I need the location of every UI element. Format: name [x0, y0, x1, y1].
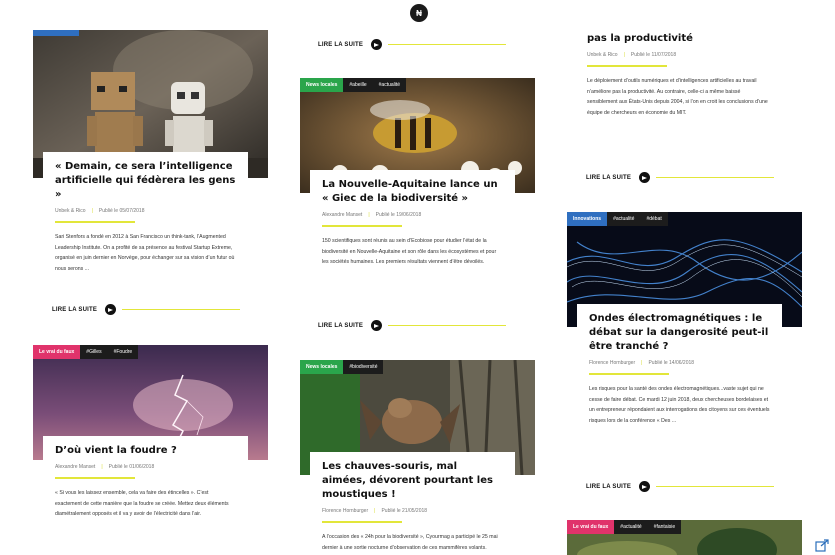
article-card-col2-2: Les chauves-souris, mal aimées, dévorent…	[310, 452, 515, 555]
article-author[interactable]: Alexandre Manset	[55, 464, 95, 470]
read-more-line	[656, 485, 775, 488]
article-card-col1-2: D’où vient la foudre ? Alexandre Manset |…	[43, 436, 248, 555]
article-title[interactable]: Les chauves-souris, mal aimées, dévorent…	[310, 452, 515, 502]
hashtag-tag[interactable]: #actualité	[607, 212, 641, 226]
article-author[interactable]: Florence Hornburger	[322, 508, 368, 514]
hashtag-tag[interactable]: #abeille	[343, 78, 373, 92]
article-excerpt: Le déploiement d’outils numériques et d’…	[587, 78, 768, 116]
article-card-col3-0: pas la productivité Unbek & Rico | Publié …	[575, 26, 780, 166]
article-card-col1-1: « Demain, ce sera l’intelligence artific…	[43, 152, 248, 302]
article-excerpt: Sari Stenfors a fondé en 2012 à San Fran…	[55, 234, 235, 272]
article-author[interactable]: Alexandre Manset	[322, 212, 362, 218]
read-more-label: LIRE LA SUITE	[52, 306, 98, 313]
read-more-line	[122, 308, 241, 311]
category-tag-partial[interactable]	[33, 30, 79, 36]
category-tag[interactable]: News locales	[300, 78, 344, 92]
article-card-col2-1: La Nouvelle-Aquitaine lance un « Giec de…	[310, 170, 515, 310]
article-author[interactable]: Unbek & Rico	[55, 208, 86, 214]
article-title[interactable]: D’où vient la foudre ?	[43, 436, 248, 458]
article-image-partial[interactable]: Le vrai du faux #actualité #fantaisie	[567, 520, 802, 555]
category-tag[interactable]: Le vrai du faux	[33, 345, 81, 359]
category-tag[interactable]: Le vrai du faux	[567, 520, 615, 534]
article-title[interactable]: pas la productivité	[575, 26, 780, 46]
article-date: Publié le 21/05/2018	[381, 508, 428, 514]
read-more-label: LIRE LA SUITE	[318, 41, 364, 48]
article-tags: News locales #biodiversité	[300, 360, 384, 374]
article-date: Publié le 05/07/2018	[98, 208, 145, 214]
external-link-icon[interactable]	[815, 539, 831, 553]
read-more-label: LIRE LA SUITE	[586, 174, 632, 181]
read-more-link[interactable]: LIRE LA SUITE	[52, 304, 241, 315]
hashtag-tag[interactable]: #débat	[640, 212, 668, 226]
site-logo-icon[interactable]: ₦	[410, 4, 428, 22]
article-meta: Florence Hornburger | Publié le 21/05/2018	[322, 508, 428, 514]
read-more-link[interactable]: LIRE LA SUITE	[318, 320, 507, 331]
arrow-right-icon	[371, 39, 383, 50]
article-title[interactable]: Ondes électromagnétiques : le débat sur …	[577, 304, 782, 354]
article-meta: Unbek & Rico | Publié le 11/07/2018	[587, 52, 677, 58]
read-more-link[interactable]: LIRE LA SUITE	[586, 481, 775, 492]
article-author[interactable]: Unbek & Rico	[587, 52, 618, 58]
article-grid-page: ₦ « Demain, ce sera l’intelligence artif…	[0, 0, 835, 555]
article-excerpt: Les risques pour la santé des ondes élec…	[589, 386, 770, 424]
article-date: Publié le 01/06/2018	[108, 464, 155, 470]
hashtag-tag[interactable]: #Gilles	[80, 345, 108, 359]
category-tag[interactable]: News locales	[300, 360, 344, 374]
read-more-line	[656, 176, 775, 179]
read-more-label: LIRE LA SUITE	[586, 483, 632, 490]
article-date: Publié le 14/06/2018	[648, 360, 695, 366]
article-tags: Innovations #actualité #débat	[567, 212, 668, 226]
read-more-link[interactable]: LIRE LA SUITE	[586, 172, 775, 183]
read-more-label: LIRE LA SUITE	[318, 322, 364, 329]
article-tags: Le vrai du faux #actualité #fantaisie	[567, 520, 682, 534]
arrow-right-icon	[639, 481, 651, 492]
article-tags	[33, 30, 79, 36]
read-more-link[interactable]: LIRE LA SUITE	[318, 39, 507, 50]
hashtag-tag[interactable]: #Foudre	[107, 345, 139, 359]
article-meta: Unbek & Rico | Publié le 05/07/2018	[55, 208, 145, 214]
hashtag-tag[interactable]: #actualité	[614, 520, 648, 534]
article-meta: Alexandre Manset | Publié le 19/06/2018	[322, 212, 422, 218]
arrow-right-icon	[371, 320, 383, 331]
category-tag[interactable]: Innovations	[567, 212, 608, 226]
hashtag-tag[interactable]: #biodiversité	[343, 360, 384, 374]
read-more-line	[388, 43, 507, 46]
article-title[interactable]: La Nouvelle-Aquitaine lance un « Giec de…	[310, 170, 515, 206]
hashtag-tag[interactable]: #actualité	[372, 78, 407, 92]
article-card-col3-1: Ondes électromagnétiques : le débat sur …	[577, 304, 782, 474]
article-title[interactable]: « Demain, ce sera l’intelligence artific…	[43, 152, 248, 202]
article-excerpt: A l’occasion des « 24h pour la biodivers…	[322, 534, 498, 551]
article-date: Publié le 19/06/2018	[375, 212, 422, 218]
article-excerpt: « Si vous les laissez ensemble, cela va …	[55, 490, 229, 517]
arrow-right-icon	[639, 172, 651, 183]
article-tags: Le vrai du faux #Gilles #Foudre	[33, 345, 139, 359]
article-date: Publié le 11/07/2018	[630, 52, 677, 58]
article-meta: Florence Hornburger | Publié le 14/06/2018	[589, 360, 695, 366]
article-excerpt: 150 scientifiques sont réunis au sein d’…	[322, 238, 497, 265]
article-author[interactable]: Florence Hornburger	[589, 360, 635, 366]
hashtag-tag[interactable]: #fantaisie	[647, 520, 682, 534]
read-more-line	[388, 324, 507, 327]
article-tags: News locales #abeille #actualité	[300, 78, 407, 92]
article-meta: Alexandre Manset | Publié le 01/06/2018	[55, 464, 155, 470]
arrow-right-icon	[105, 304, 117, 315]
